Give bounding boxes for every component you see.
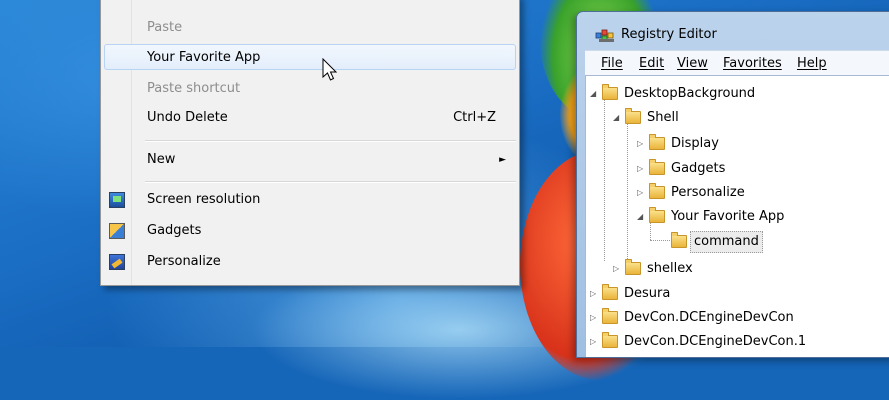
menu-item-label: New <box>147 152 176 167</box>
tree-node-label: Your Favorite App <box>671 209 785 224</box>
menu-item-label: Gadgets <box>147 223 202 238</box>
folder-icon <box>649 207 665 223</box>
mouse-pointer-icon <box>322 58 338 81</box>
personalize-icon <box>109 254 125 270</box>
tree-node-label: DevCon.DCEngineDevCon <box>624 310 794 325</box>
expand-arrow-icon[interactable]: ▷ <box>637 181 647 205</box>
folder-icon <box>649 134 665 150</box>
expand-arrow-icon[interactable]: ▷ <box>637 157 647 181</box>
expand-arrow-icon[interactable]: ▷ <box>637 132 647 156</box>
window-title: Registry Editor <box>621 27 717 42</box>
folder-icon <box>602 308 618 324</box>
registry-editor-icon <box>595 29 614 42</box>
tree-line <box>650 240 672 241</box>
tree-node-label: DevCon.DCEngineDevCon.1 <box>624 334 807 349</box>
menu-item-screen-resolution[interactable]: Screen resolution <box>104 187 516 213</box>
folder-icon <box>649 183 665 199</box>
desktop-context-menu: Paste Your Favorite App Paste shortcut U… <box>100 0 520 286</box>
menu-favorites[interactable]: Favorites <box>723 56 782 71</box>
folder-icon <box>625 259 641 275</box>
folder-icon <box>649 159 665 175</box>
menu-item-label: Screen resolution <box>147 192 261 207</box>
collapse-arrow-icon[interactable]: ◢ <box>590 82 600 106</box>
collapse-arrow-icon[interactable]: ◢ <box>613 106 623 130</box>
menu-item-label: Personalize <box>147 254 221 269</box>
tree-node-label: command <box>690 231 763 253</box>
menu-item-undo-delete[interactable]: Undo Delete Ctrl+Z <box>104 105 516 131</box>
tree-line <box>627 120 628 265</box>
tree-line <box>604 96 605 261</box>
screen-resolution-icon <box>109 192 125 208</box>
menu-item-label: Your Favorite App <box>147 50 261 65</box>
folder-icon <box>671 232 687 248</box>
menu-file[interactable]: File <box>601 56 623 71</box>
menu-help[interactable]: Help <box>797 56 827 71</box>
folder-icon <box>602 284 618 300</box>
title-bar[interactable]: Registry Editor <box>585 16 889 48</box>
menu-item-gadgets[interactable]: Gadgets <box>104 218 516 244</box>
tree-node-label: shellex <box>647 261 693 276</box>
expand-arrow-icon[interactable]: ▷ <box>590 330 600 354</box>
submenu-arrow-icon: ► <box>499 155 506 165</box>
menu-item-personalize[interactable]: Personalize <box>104 249 516 275</box>
menu-bar: File Edit View Favorites Help <box>585 50 889 75</box>
menu-separator <box>145 181 516 183</box>
registry-key-tree: ◢ DesktopBackground ◢ Shell ▷ Display ▷ … <box>585 75 889 357</box>
menu-item-new[interactable]: New ► <box>104 147 516 173</box>
tree-node-label: Personalize <box>671 185 745 200</box>
menu-item-label: Paste <box>147 20 183 35</box>
tree-node-label: Display <box>671 136 719 151</box>
tree-node-label: Shell <box>647 110 679 125</box>
folder-icon <box>602 84 618 100</box>
registry-editor-window: Registry Editor File Edit View Favorites… <box>576 11 889 358</box>
folder-icon <box>625 108 641 124</box>
tree-node-label: Gadgets <box>671 161 726 176</box>
tree-node-label: DesktopBackground <box>624 86 756 101</box>
menu-item-paste-shortcut[interactable]: Paste shortcut <box>104 76 516 102</box>
collapse-arrow-icon[interactable]: ◢ <box>637 205 647 229</box>
expand-arrow-icon[interactable]: ▷ <box>613 257 623 281</box>
menu-view[interactable]: View <box>677 56 708 71</box>
menu-edit[interactable]: Edit <box>639 56 664 71</box>
menu-item-your-favorite-app[interactable]: Your Favorite App <box>104 44 516 70</box>
tree-node-label: Desura <box>624 286 671 301</box>
folder-icon <box>602 332 618 348</box>
expand-arrow-icon[interactable]: ▷ <box>590 306 600 330</box>
menu-item-label: Paste shortcut <box>147 81 241 96</box>
menu-item-shortcut: Ctrl+Z <box>453 110 496 125</box>
menu-separator <box>145 140 516 142</box>
gadgets-icon <box>109 223 125 239</box>
menu-item-label: Undo Delete <box>147 110 228 125</box>
menu-item-paste[interactable]: Paste <box>104 15 516 41</box>
expand-arrow-icon[interactable]: ▷ <box>590 282 600 306</box>
